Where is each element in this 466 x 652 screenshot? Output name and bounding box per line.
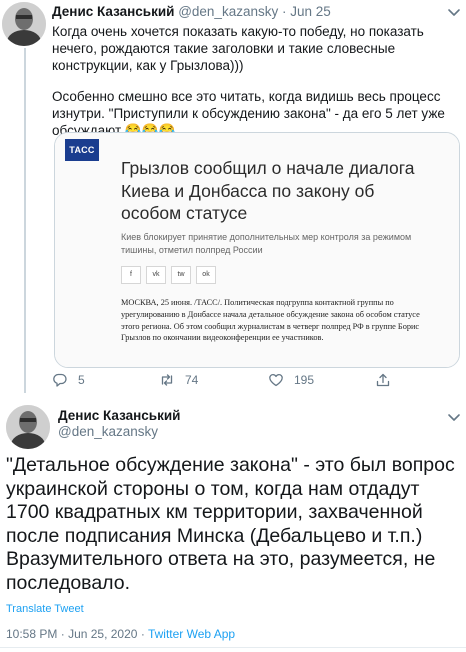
separator-dot: · — [281, 4, 287, 19]
tweet-date[interactable]: Jun 25, 2020 — [68, 627, 137, 641]
avatar[interactable] — [2, 2, 46, 46]
tweet-text: "Детальное обсуждение закона" - это был … — [6, 454, 455, 594]
article-body: МОСКВА, 25 июня. /ТАСС/. Политическая по… — [121, 298, 420, 343]
separator-dot: · — [140, 627, 145, 641]
retweet-count: 74 — [185, 373, 199, 387]
share-icon — [376, 373, 390, 387]
author-name[interactable]: Денис Казанський — [52, 4, 174, 19]
retweet-icon — [161, 374, 173, 386]
article-screenshot: ТАСС Грызлов сообщил о начале диалога Ки… — [55, 133, 459, 367]
divider — [0, 647, 466, 648]
like-icon — [269, 373, 283, 387]
thread-connector-line — [24, 48, 26, 393]
twitter-share-icon: tw — [171, 266, 191, 284]
article-share-buttons: f vk tw ok — [121, 266, 216, 284]
caret-down-icon[interactable] — [446, 409, 462, 425]
tweet-source-link[interactable]: Twitter Web App — [148, 627, 235, 641]
tweet-text: Когда очень хочется показать какую-то по… — [52, 23, 454, 139]
author-handle[interactable]: @den_kazansky — [58, 424, 158, 440]
article-lead: Киев блокирует принятие дополнительных м… — [121, 232, 412, 255]
tweet-date[interactable]: Jun 25 — [290, 4, 331, 19]
like-count: 195 — [294, 373, 315, 387]
reply-count: 5 — [78, 373, 85, 387]
tweet-paragraph: Когда очень хочется показать какую-то по… — [52, 24, 424, 73]
reply-icon — [53, 373, 67, 387]
tass-logo: ТАСС — [65, 139, 99, 161]
facebook-share-icon: f — [121, 266, 141, 284]
reply-button[interactable]: 5 — [52, 371, 85, 389]
avatar[interactable] — [6, 405, 50, 449]
tweet-time[interactable]: 10:58 PM — [6, 627, 57, 641]
share-button[interactable] — [375, 371, 391, 389]
like-button[interactable]: 195 — [268, 371, 314, 389]
translate-tweet-link[interactable]: Translate Tweet — [6, 603, 84, 616]
embedded-image[interactable]: ТАСС Грызлов сообщил о начале диалога Ки… — [54, 132, 460, 368]
tweet-header: Денис Казанський @den_kazansky · Jun 25 — [52, 4, 462, 20]
author-name[interactable]: Денис Казанський — [58, 408, 180, 424]
article-headline: Грызлов сообщил о начале диалога Киева и… — [121, 158, 415, 223]
retweet-button[interactable]: 74 — [159, 371, 198, 389]
tweet-metadata: 10:58 PM · Jun 25, 2020 · Twitter Web Ap… — [6, 627, 235, 641]
separator-dot: · — [60, 627, 65, 641]
focused-tweet: Денис Казанський @den_kazansky "Детально… — [0, 397, 466, 652]
tweet-actions: 5 74 195 — [52, 371, 390, 389]
vk-share-icon: vk — [146, 266, 166, 284]
caret-down-icon[interactable] — [446, 4, 462, 20]
author-handle[interactable]: @den_kazansky — [178, 4, 278, 19]
ok-share-icon: ok — [196, 266, 216, 284]
parent-tweet[interactable]: Денис Казанський @den_kazansky · Jun 25 … — [0, 0, 466, 393]
